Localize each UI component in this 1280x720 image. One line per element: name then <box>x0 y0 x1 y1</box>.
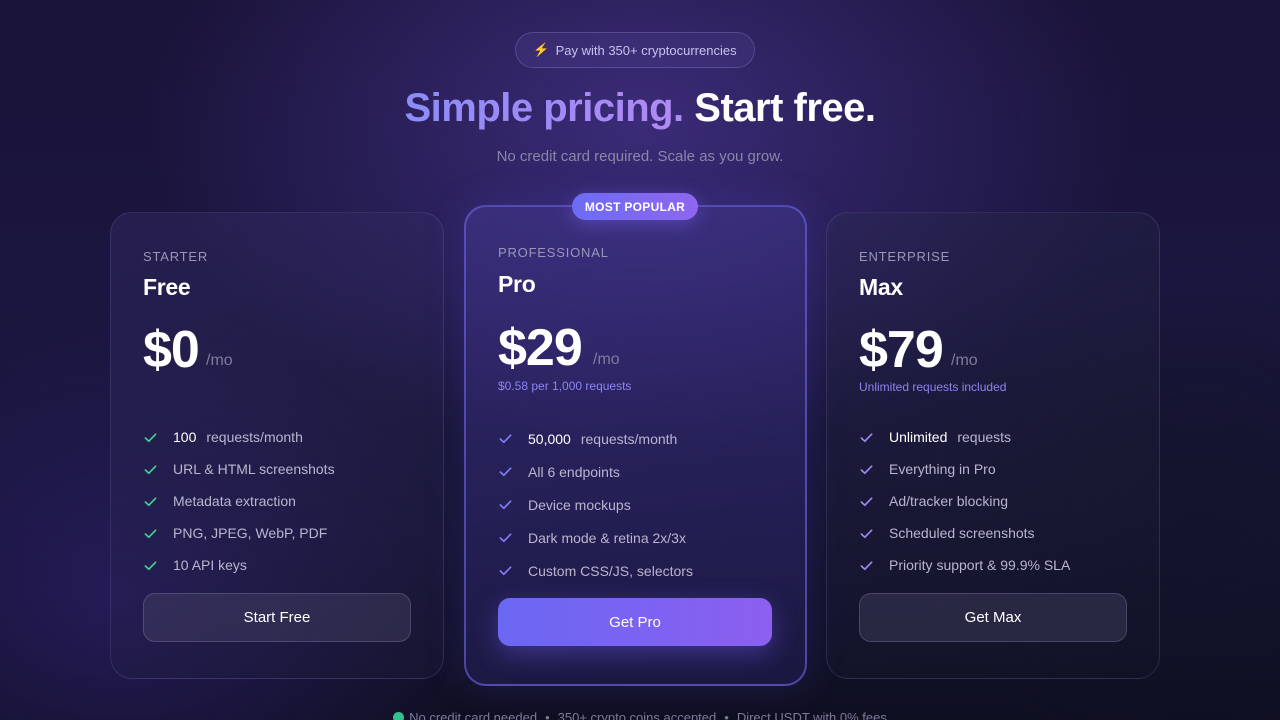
crypto-payment-badge: ⚡ Pay with 350+ cryptocurrencies <box>515 32 755 68</box>
plan-note-pro: $0.58 per 1,000 requests <box>498 379 632 393</box>
footer-item: No credit card needed <box>409 710 538 720</box>
check-icon <box>143 429 173 445</box>
status-dot <box>393 712 405 720</box>
check-icon <box>498 563 528 579</box>
check-icon <box>859 429 889 445</box>
feature-item: Priority support & 99.9% SLA <box>859 549 1070 581</box>
badge-text: Pay with 350+ cryptocurrencies <box>555 42 737 58</box>
check-icon <box>498 431 528 447</box>
feature-item: All 6 endpoints <box>498 455 693 488</box>
feature-item: 10 API keys <box>143 549 335 581</box>
footer-separator: • <box>545 710 550 720</box>
check-icon <box>859 461 889 477</box>
title-rest: Start free. <box>694 86 876 130</box>
check-icon <box>143 461 173 477</box>
feature-item: URL & HTML screenshots <box>143 453 335 485</box>
footer-separator: • <box>724 710 729 720</box>
get-pro-button[interactable]: Get Pro <box>498 598 772 646</box>
feature-text: Priority support & 99.9% SLA <box>889 557 1071 573</box>
feature-list-starter: 100 requests/month URL & HTML screenshots M… <box>143 421 335 581</box>
feature-text: requests/month <box>580 430 678 447</box>
plan-name-pro: Pro <box>498 271 536 297</box>
plan-period-pro: /mo <box>593 351 620 368</box>
feature-item: Unlimited requests <box>859 421 1070 453</box>
check-icon <box>498 464 528 480</box>
feature-text: Everything in Pro <box>889 461 996 477</box>
feature-item: Dark mode & retina 2x/3x <box>498 521 693 554</box>
plan-price-starter: $0 <box>143 321 200 379</box>
check-icon <box>859 525 889 541</box>
check-icon <box>143 493 173 509</box>
get-max-button[interactable]: Get Max <box>859 593 1127 642</box>
feature-text: Dark mode & retina 2x/3x <box>528 529 686 546</box>
feature-text: requests/month <box>206 429 303 445</box>
check-icon <box>143 557 173 573</box>
plan-period-enterprise: /mo <box>951 352 978 369</box>
footer-assurances: No credit card needed • 350+ crypto coins … <box>0 710 1280 720</box>
feature-item: Device mockups <box>498 488 693 521</box>
feature-item: 50,000 requests/month <box>498 422 693 455</box>
feature-text: All 6 endpoints <box>528 463 620 480</box>
tier-label-starter: STARTER <box>143 249 209 264</box>
feature-item: Custom CSS/JS, selectors <box>498 554 693 587</box>
feature-item: PNG, JPEG, WebP, PDF <box>143 517 335 549</box>
footer-item: Direct USDT with 0% fees <box>736 710 887 720</box>
feature-highlight: 100 <box>173 429 197 445</box>
plan-name-enterprise: Max <box>859 274 903 300</box>
most-popular-badge: MOST POPULAR <box>572 193 698 220</box>
plan-note-enterprise: Unlimited requests included <box>859 380 1007 394</box>
start-free-button[interactable]: Start Free <box>143 593 411 642</box>
feature-text: URL & HTML screenshots <box>173 461 335 477</box>
feature-list-enterprise: Unlimited requests Everything in Pro Ad/tra… <box>859 421 1070 581</box>
feature-text: Metadata extraction <box>173 493 296 509</box>
tier-label-enterprise: ENTERPRISE <box>859 249 951 264</box>
page-subtitle: No credit card required. Scale as you gr… <box>496 148 784 165</box>
check-icon <box>859 557 889 573</box>
feature-text: 10 API keys <box>173 557 247 573</box>
feature-item: Metadata extraction <box>143 485 335 517</box>
plan-name-starter: Free <box>143 274 191 300</box>
feature-item: Everything in Pro <box>859 453 1070 485</box>
feature-highlight: Unlimited <box>889 429 948 445</box>
feature-list-pro: 50,000 requests/month All 6 endpoints Devic… <box>498 422 693 587</box>
feature-highlight: 50,000 <box>528 430 571 447</box>
footer-item: 350+ crypto coins accepted <box>557 710 717 720</box>
feature-text: Scheduled screenshots <box>889 525 1035 541</box>
feature-item: Ad/tracker blocking <box>859 485 1070 517</box>
feature-text: Ad/tracker blocking <box>889 493 1009 509</box>
check-icon <box>143 525 173 541</box>
plan-price-enterprise: $79 <box>859 321 944 379</box>
page-title: Simple pricing. Start free. <box>0 86 1280 131</box>
feature-item: Scheduled screenshots <box>859 517 1070 549</box>
plan-period-starter: /mo <box>206 352 233 369</box>
feature-item: 100 requests/month <box>143 421 335 453</box>
check-icon <box>498 530 528 546</box>
check-icon <box>498 497 528 513</box>
check-icon <box>859 493 889 509</box>
feature-text: Custom CSS/JS, selectors <box>528 562 693 579</box>
plan-price-pro: $29 <box>498 319 583 377</box>
lightning-icon: ⚡ <box>533 42 550 57</box>
title-accent: Simple pricing. <box>404 86 684 130</box>
feature-text: PNG, JPEG, WebP, PDF <box>173 525 328 541</box>
feature-text: Device mockups <box>528 496 631 513</box>
tier-label-pro: PROFESSIONAL <box>498 245 609 260</box>
feature-text: requests <box>957 429 1012 445</box>
